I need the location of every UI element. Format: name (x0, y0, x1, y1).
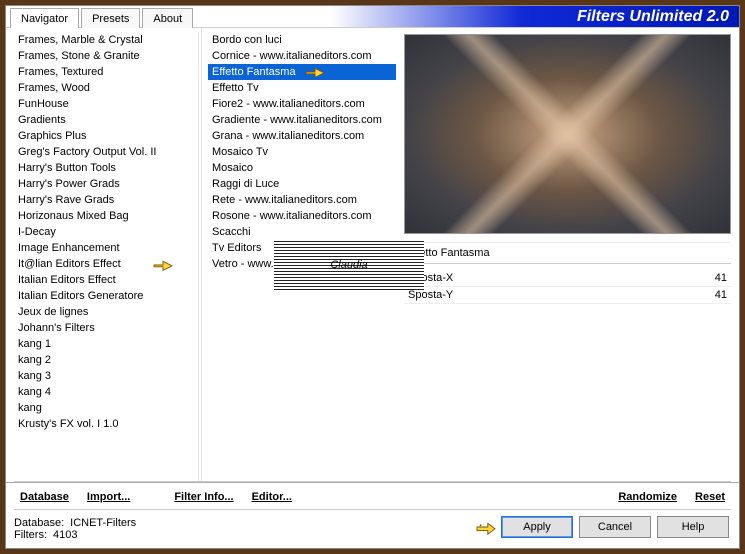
category-item[interactable]: Frames, Wood (14, 80, 198, 96)
filter-list[interactable]: Bordo con luciCornice - www.italianedito… (208, 32, 396, 481)
category-item[interactable]: Jeux de lignes (14, 304, 198, 320)
filter-item[interactable]: Effetto Fantasma (208, 64, 396, 80)
category-item[interactable]: Harry's Power Grads (14, 176, 198, 192)
header-row: Navigator Presets About Filters Unlimite… (6, 6, 739, 28)
filter-item[interactable]: Scacchi (208, 224, 396, 240)
category-item[interactable]: Johann's Filters (14, 320, 198, 336)
param-name: Sposta-X (408, 272, 453, 284)
status-filters-label: Filters: (14, 529, 47, 541)
filter-info-link[interactable]: Filter Info... (168, 489, 239, 505)
category-item[interactable]: Harry's Rave Grads (14, 192, 198, 208)
category-item[interactable]: I-Decay (14, 224, 198, 240)
param-row[interactable]: Sposta-Y 41 (404, 287, 731, 304)
filter-item[interactable]: Rete - www.italianeditors.com (208, 192, 396, 208)
filter-item[interactable]: Bordo con luci (208, 32, 396, 48)
status-db-value: ICNET-Filters (70, 517, 136, 529)
pointer-icon (475, 518, 497, 536)
category-item[interactable]: Frames, Marble & Crystal (14, 32, 198, 48)
filter-item[interactable]: Effetto Tv (208, 80, 396, 96)
main-area: Frames, Marble & CrystalFrames, Stone & … (6, 28, 739, 481)
preview-pane: Claudia Effetto Fantasma Sposta-X41Spost… (396, 28, 739, 481)
preview-image (404, 34, 731, 234)
filter-item[interactable]: Raggi di Luce (208, 176, 396, 192)
filter-item[interactable]: Tv Editors (208, 240, 396, 256)
category-item[interactable]: kang 4 (14, 384, 198, 400)
category-item[interactable]: Image Enhancement (14, 240, 198, 256)
status-db-label: Database: (14, 517, 64, 529)
tab-presets[interactable]: Presets (81, 8, 140, 28)
help-button[interactable]: Help (657, 516, 729, 538)
category-item[interactable]: kang 2 (14, 352, 198, 368)
import-link[interactable]: Import... (81, 489, 136, 505)
filter-item[interactable]: Vetro - www.italianeditors.com (208, 256, 396, 272)
tab-navigator[interactable]: Navigator (10, 8, 79, 28)
category-item[interactable]: kang (14, 400, 198, 416)
category-item[interactable]: Greg's Factory Output Vol. II (14, 144, 198, 160)
category-pane: Frames, Marble & CrystalFrames, Stone & … (6, 28, 201, 481)
reset-link[interactable]: Reset (689, 489, 731, 505)
action-bar: Database Import... Filter Info... Editor… (6, 482, 739, 509)
cancel-button[interactable]: Cancel (579, 516, 651, 538)
filter-item[interactable]: Grana - www.italianeditors.com (208, 128, 396, 144)
status-filters-value: 4103 (53, 529, 77, 541)
filters-unlimited-window: Navigator Presets About Filters Unlimite… (5, 5, 740, 549)
editor-link[interactable]: Editor... (246, 489, 298, 505)
param-value: 41 (715, 289, 727, 301)
window-title: Filters Unlimited 2.0 (577, 8, 729, 26)
filter-item[interactable]: Gradiente - www.italianeditors.com (208, 112, 396, 128)
tab-strip: Navigator Presets About (6, 6, 195, 27)
category-item[interactable]: Horizonaus Mixed Bag (14, 208, 198, 224)
category-item[interactable]: Frames, Stone & Granite (14, 48, 198, 64)
database-link[interactable]: Database (14, 489, 75, 505)
param-name: Sposta-Y (408, 289, 453, 301)
category-item[interactable]: Krusty's FX vol. I 1.0 (14, 416, 198, 432)
filter-item[interactable]: Mosaico Tv (208, 144, 396, 160)
filter-name-row: Effetto Fantasma (404, 242, 731, 264)
filter-item[interactable]: Cornice - www.italianeditors.com (208, 48, 396, 64)
bottom-button-bar: Apply Cancel Help (144, 510, 739, 548)
category-item[interactable]: kang 3 (14, 368, 198, 384)
selected-filter-name: Effetto Fantasma (406, 247, 490, 259)
randomize-link[interactable]: Randomize (612, 489, 683, 505)
category-item[interactable]: Frames, Textured (14, 64, 198, 80)
category-item[interactable]: kang 1 (14, 336, 198, 352)
category-item[interactable]: Graphics Plus (14, 128, 198, 144)
category-item[interactable]: Harry's Button Tools (14, 160, 198, 176)
category-item[interactable]: It@lian Editors Effect (14, 256, 198, 272)
title-bar: Filters Unlimited 2.0 (195, 6, 739, 27)
category-item[interactable]: Italian Editors Effect (14, 272, 198, 288)
filter-item[interactable]: Fiore2 - www.italianeditors.com (208, 96, 396, 112)
filter-item[interactable]: Mosaico (208, 160, 396, 176)
parameter-area: Claudia Effetto Fantasma Sposta-X41Spost… (404, 234, 731, 481)
apply-button[interactable]: Apply (501, 516, 573, 538)
category-list[interactable]: Frames, Marble & CrystalFrames, Stone & … (14, 32, 199, 481)
category-item[interactable]: FunHouse (14, 96, 198, 112)
category-item[interactable]: Gradients (14, 112, 198, 128)
category-item[interactable]: Italian Editors Generatore (14, 288, 198, 304)
tab-about[interactable]: About (142, 8, 193, 28)
filter-pane: Bordo con luciCornice - www.italianedito… (201, 28, 396, 481)
filter-item[interactable]: Rosone - www.italianeditors.com (208, 208, 396, 224)
param-value: 41 (715, 272, 727, 284)
status-bar: Database: ICNET-Filters Filters: 4103 (6, 513, 144, 545)
parameter-table: Sposta-X 41 Sposta-Y 41 (404, 270, 731, 304)
param-row[interactable]: Sposta-X 41 (404, 270, 731, 287)
pointer-icon (304, 63, 326, 81)
